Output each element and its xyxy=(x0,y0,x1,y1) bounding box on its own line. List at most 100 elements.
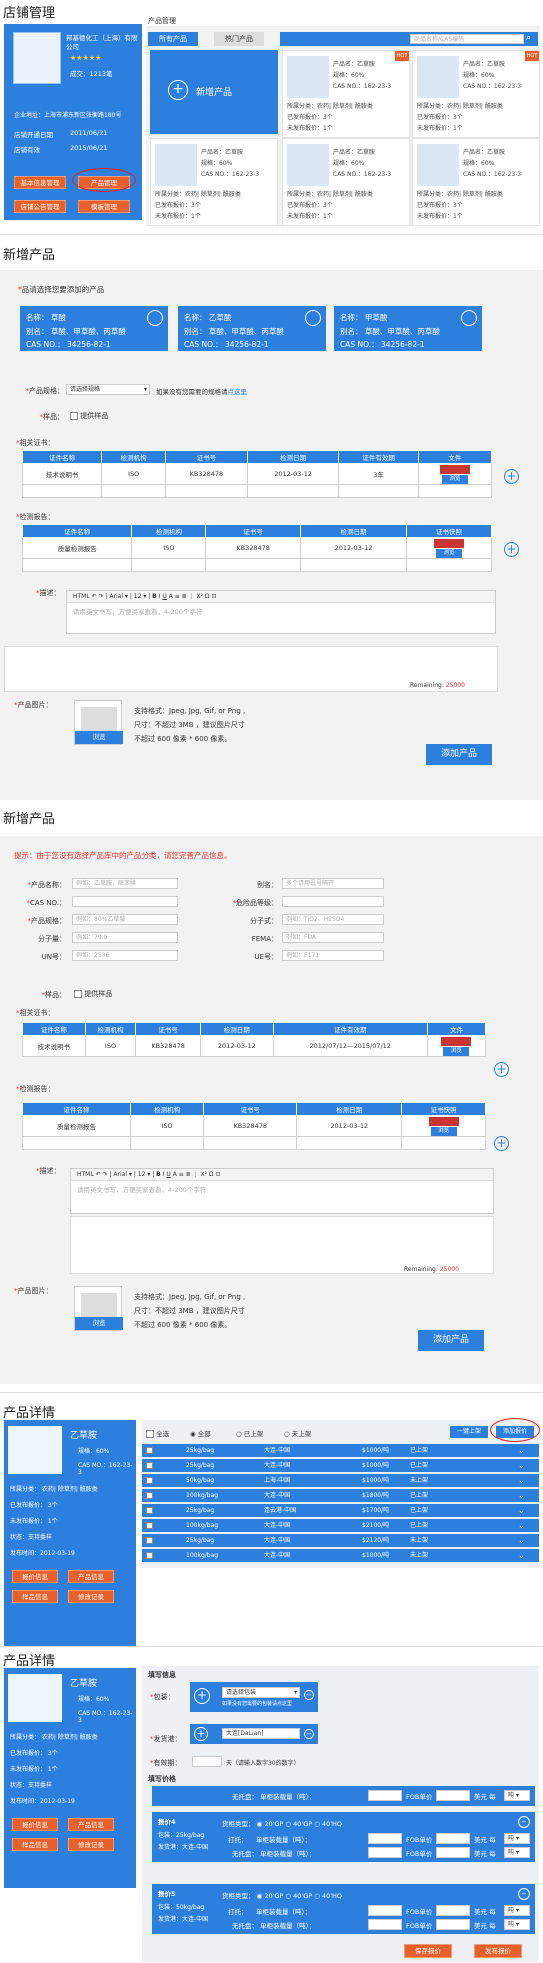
fema-input[interactable]: 例如：FDA xyxy=(282,932,384,943)
unit-select[interactable]: 吨 ▾ xyxy=(504,1919,530,1930)
product-info-button[interactable]: 产品信息 xyxy=(68,1818,114,1831)
product-option-card[interactable]: 名称： 甲草酸 别名： 草酸、甲草酸、丙草酸 CAS NO.： 34256-82-1 xyxy=(334,306,482,351)
browse-image-button[interactable]: 浏览 xyxy=(75,1317,123,1330)
description-editor[interactable]: HTML ↶ ↷ | Arial ▾ | 12 ▾ | B I U A ≡ ≣ … xyxy=(66,590,496,634)
product-info-button[interactable]: 产品信息 xyxy=(68,1570,114,1583)
description-editor[interactable]: HTML ↶ ↷ | Arial ▾ | 12 ▾ | B I U A ≡ ≣ … xyxy=(70,1168,494,1214)
select-circle[interactable] xyxy=(305,310,321,326)
add-report-button[interactable]: + xyxy=(504,542,519,557)
row-checkbox[interactable] xyxy=(146,1492,153,1499)
image-upload[interactable]: 浏览 xyxy=(74,1286,123,1331)
quote-row[interactable]: 100kg/bag 大连-中国 $1800/吨 已上架 ⌄ xyxy=(142,1489,539,1502)
add-cert-button[interactable]: + xyxy=(494,1062,509,1077)
browse-button[interactable]: 浏览 xyxy=(430,1127,457,1136)
tab-all-products[interactable]: 所有产品 xyxy=(148,32,198,46)
row-checkbox[interactable] xyxy=(146,1477,153,1484)
unit-select[interactable]: 吨 ▾ xyxy=(504,1905,530,1916)
search-input[interactable]: 商品名称/CAS编码 xyxy=(410,34,524,44)
select-all[interactable]: 全选 xyxy=(146,1428,169,1438)
product-card[interactable]: HOT 产品名：乙草胺 规格：60% CAS NO.：162-23-3 所属分类：农药… xyxy=(282,50,410,138)
history-button[interactable]: 修改记录 xyxy=(68,1590,114,1603)
quote-info-button[interactable]: 报价信息 xyxy=(12,1818,58,1831)
product-card[interactable]: HOT 产品名：乙草胺 规格：60% CAS NO.：162-23-3 所属分类：农药… xyxy=(412,50,540,138)
search-icon[interactable]: ⌕ xyxy=(526,33,531,43)
add-product-button[interactable]: 添加产品 xyxy=(426,744,492,765)
expand-icon[interactable]: ⌄ xyxy=(518,1459,525,1472)
basic-info-button[interactable]: 基本信息管理 xyxy=(14,176,66,189)
publish-quote-button[interactable]: 发布报价 xyxy=(474,1944,522,1958)
save-quote-button[interactable]: 保存报价 xyxy=(404,1944,452,1958)
price-input[interactable] xyxy=(368,1790,402,1801)
add-product-tile[interactable]: + 新增产品 xyxy=(150,50,278,134)
unit-select[interactable]: 吨 ▾ xyxy=(504,1847,530,1858)
onekey-list-button[interactable]: 一键上架 xyxy=(450,1426,488,1438)
unit-select[interactable]: 吨 ▾ xyxy=(504,1833,530,1844)
expand-icon[interactable]: ⌄ xyxy=(518,1549,525,1562)
fob-input[interactable] xyxy=(436,1833,470,1844)
fob-input[interactable] xyxy=(436,1847,470,1858)
price-input[interactable] xyxy=(368,1905,402,1916)
port-input[interactable]: 大连[DaLian] xyxy=(222,1728,300,1739)
un-input[interactable]: 例如：2536 xyxy=(72,950,178,961)
expand-icon[interactable]: ⌄ xyxy=(518,1489,525,1502)
browse-button[interactable]: 浏览 xyxy=(441,475,468,484)
spec-input[interactable]: 例如：80%乙草胺 xyxy=(72,914,178,925)
expand-icon[interactable]: ⌄ xyxy=(518,1534,525,1547)
add-pkg-icon[interactable]: + xyxy=(194,1688,210,1704)
fob-input[interactable] xyxy=(436,1790,470,1801)
valid-days-input[interactable] xyxy=(192,1756,222,1767)
expand-icon[interactable]: ⌄ xyxy=(518,1444,525,1457)
add-report-button[interactable]: + xyxy=(494,1136,509,1151)
browse-button[interactable]: 浏览 xyxy=(443,1047,470,1056)
sample-info-button[interactable]: 样品信息 xyxy=(12,1590,58,1603)
row-checkbox[interactable] xyxy=(146,1507,153,1514)
expand-icon[interactable]: ⌄ xyxy=(518,1474,525,1487)
product-option-card[interactable]: 名称： 草酸 别名： 草酸、甲草酸、丙草酸 CAS NO.： 34256-82-1 xyxy=(20,306,168,351)
product-card[interactable]: 产品名：乙草胺 规格：60% CAS NO.：162-23-3 所属分类：农药| 除草… xyxy=(412,138,540,226)
browse-button[interactable]: 浏览 xyxy=(436,549,463,558)
product-card[interactable]: 产品名：乙草胺 规格：60% CAS NO.：162-23-3 所属分类：农药| 除草… xyxy=(150,138,278,226)
cas-input[interactable] xyxy=(72,896,178,907)
remove-port-icon[interactable]: − xyxy=(304,1729,314,1739)
row-checkbox[interactable] xyxy=(146,1537,153,1544)
editor-toolbar[interactable]: HTML ↶ ↷ | Arial ▾ | 12 ▾ | B I U A ≡ ≣ … xyxy=(67,591,495,603)
price-input[interactable] xyxy=(368,1833,402,1844)
select-circle[interactable] xyxy=(461,310,477,326)
quote-row[interactable]: 100kg/bag 大连-中国 $1000/吨 未上架 ⌄ xyxy=(142,1549,539,1562)
price-input[interactable] xyxy=(368,1847,402,1858)
add-product-button[interactable]: 添加产品 xyxy=(418,1330,484,1351)
sample-checkbox[interactable]: 提供样品 xyxy=(74,989,112,999)
add-cert-button[interactable]: + xyxy=(504,469,519,484)
ue-input[interactable]: 例如：E171 xyxy=(282,950,384,961)
filter-listed[interactable]: ○ 已上架 xyxy=(236,1428,263,1438)
editor-toolbar[interactable]: HTML ↶ ↷ | Arial ▾ | 12 ▾ | B I U A ≡ ≣ … xyxy=(71,1169,493,1181)
sample-checkbox[interactable]: 提供样品 xyxy=(70,411,108,421)
fob-input[interactable] xyxy=(436,1905,470,1916)
formula-input[interactable]: 例如：TiO2、H2SO4 xyxy=(282,914,384,925)
notice-manage-button[interactable]: 店铺公告管理 xyxy=(14,200,66,213)
sample-info-button[interactable]: 样品信息 xyxy=(12,1838,58,1851)
tab-hot-products[interactable]: 热门产品 xyxy=(214,32,264,46)
expand-icon[interactable]: ⌄ xyxy=(518,1504,525,1517)
row-checkbox[interactable] xyxy=(146,1552,153,1559)
select-circle[interactable] xyxy=(147,310,163,326)
quote-row[interactable]: 25kg/bag 连云港-中国 $1700/吨 已上架 ⌄ xyxy=(142,1504,539,1517)
filter-unlisted[interactable]: ○ 未上架 xyxy=(284,1428,311,1438)
quote-info-button[interactable]: 报价信息 xyxy=(12,1570,58,1583)
product-option-card[interactable]: 名称： 乙草酸 别名： 草酸、甲草酸、丙草酸 CAS NO.： 34256-82-1 xyxy=(178,306,326,351)
history-button[interactable]: 修改记录 xyxy=(68,1838,114,1851)
add-port-icon[interactable]: + xyxy=(194,1727,208,1741)
row-checkbox[interactable] xyxy=(146,1522,153,1529)
image-upload[interactable]: 浏览 xyxy=(74,700,123,745)
expand-icon[interactable]: ⌄ xyxy=(518,1519,525,1532)
fob-input[interactable] xyxy=(436,1919,470,1930)
alias-input[interactable]: 多个请用逗号隔开 xyxy=(282,878,384,889)
remove-quote-icon[interactable]: − xyxy=(518,1816,530,1828)
unit-select[interactable]: 吨 ▾ xyxy=(504,1790,530,1801)
hazard-input[interactable] xyxy=(282,896,384,907)
quote-row[interactable]: 25kg/bag 大连-中国 $1000/吨 已上架 ⌄ xyxy=(142,1459,539,1472)
quote-row[interactable]: 100kg/bag 大连-中国 $2100/吨 已上架 ⌄ xyxy=(142,1519,539,1532)
price-input[interactable] xyxy=(368,1919,402,1930)
remove-quote-icon[interactable]: − xyxy=(518,1888,530,1900)
filter-all[interactable]: ◉ 全部 xyxy=(190,1428,211,1438)
